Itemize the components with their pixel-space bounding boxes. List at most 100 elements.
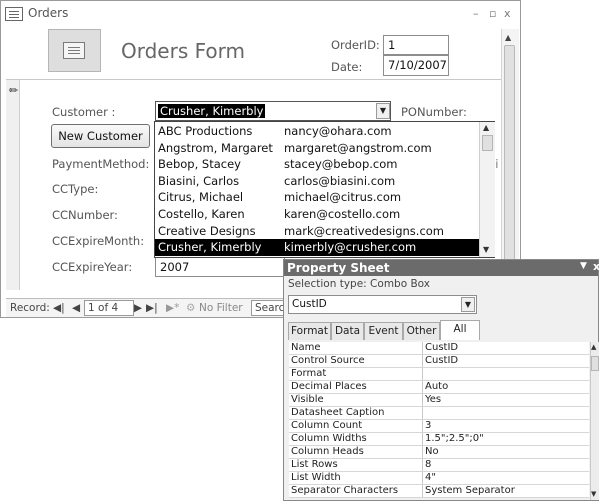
property-value[interactable]: CustID <box>425 342 458 353</box>
order-id-field[interactable]: 1 <box>383 35 449 55</box>
list-item[interactable]: Citrus, Michael michael@citrus.com <box>155 189 480 206</box>
property-name: Decimal Places <box>291 381 367 392</box>
ccexpire-year-field[interactable]: 2007 <box>155 257 285 277</box>
customer-dropdown-list[interactable]: ABC Productions nancy@ohara.com Angstrom, … <box>154 121 495 258</box>
minimize-button[interactable]: – <box>473 7 479 20</box>
chevron-down-icon[interactable]: ▼ <box>376 103 390 119</box>
scroll-down-icon[interactable]: ▼ <box>483 245 489 254</box>
property-row[interactable]: Column Count 3 <box>289 420 589 433</box>
list-item[interactable]: Crusher, Kimerbly kimerbly@crusher.com <box>155 239 480 257</box>
dropdown-scrollbar[interactable]: ▲ ▼ <box>479 122 495 257</box>
vertical-scrollbar[interactable]: ▲ <box>501 29 519 291</box>
customer-email: michael@citrus.com <box>284 190 402 205</box>
column-divider <box>422 459 423 471</box>
list-item[interactable]: Biasini, Carlos carlos@biasini.com <box>155 173 480 190</box>
ccnumber-label: CCNumber: <box>52 208 118 222</box>
property-name: Name <box>291 342 321 353</box>
property-name: Column Count <box>291 420 363 431</box>
customer-combo[interactable]: Crusher, Kimerbly ▼ <box>155 101 391 121</box>
list-item[interactable]: Creative Designs mark@creativedesigns.com <box>155 223 480 240</box>
list-item[interactable]: Costello, Karen karen@costello.com <box>155 206 480 223</box>
column-divider <box>422 472 423 484</box>
tab-format[interactable]: Format <box>288 322 331 340</box>
tab-data[interactable]: Data <box>331 322 364 340</box>
no-filter-button[interactable]: No Filter <box>199 302 243 314</box>
property-row[interactable]: Decimal Places Auto <box>289 381 589 394</box>
scroll-up-icon[interactable]: ▲ <box>483 123 489 132</box>
property-row[interactable]: Control Source CustID <box>289 355 589 368</box>
list-item[interactable]: Bebop, Stacey stacey@bebop.com <box>155 156 480 173</box>
record-position[interactable]: 1 of 4 <box>84 300 134 316</box>
object-selector-value: CustID <box>292 298 327 310</box>
property-value[interactable]: Yes <box>425 394 441 405</box>
property-row[interactable]: Column Heads No <box>289 446 589 459</box>
close-icon[interactable]: x <box>593 260 599 273</box>
cctype-label: CCType: <box>52 182 99 196</box>
chevron-down-icon[interactable]: ▼ <box>461 297 475 312</box>
property-name: Column Widths <box>291 433 367 444</box>
property-row[interactable]: Visible Yes <box>289 394 589 407</box>
property-sheet: Property Sheet ▼ x Selection type: Combo… <box>283 259 599 501</box>
panel-menu-icon[interactable]: ▼ <box>580 261 587 271</box>
last-record-icon[interactable]: ▶| <box>146 302 158 314</box>
form-title: Orders Form <box>121 39 245 63</box>
column-divider <box>422 446 423 458</box>
customer-email: kimerbly@crusher.com <box>284 240 417 255</box>
property-value[interactable]: No <box>425 446 439 457</box>
customer-email: margaret@angstrom.com <box>284 140 432 155</box>
property-scrollbar[interactable]: ▲ ▼ <box>590 342 599 500</box>
first-record-icon[interactable]: ◀| <box>53 302 65 314</box>
next-record-icon[interactable]: ▶ <box>134 302 142 314</box>
restore-button[interactable]: ▫ <box>489 7 496 20</box>
property-value[interactable]: 3 <box>425 420 431 431</box>
property-row[interactable]: List Width 4" <box>289 472 589 485</box>
scroll-thumb[interactable] <box>482 135 493 151</box>
property-row[interactable]: Datasheet Caption <box>289 407 589 420</box>
scroll-thumb[interactable] <box>504 45 515 283</box>
list-item[interactable]: Angstrom, Margaret margaret@angstrom.com <box>155 140 480 157</box>
previous-record-icon[interactable]: ◀ <box>72 302 80 314</box>
customer-name: Angstrom, Margaret <box>158 140 273 155</box>
property-value[interactable]: System Separator <box>425 485 515 496</box>
customer-name: Biasini, Carlos <box>158 173 240 188</box>
customer-name: Bebop, Stacey <box>158 157 241 172</box>
property-row[interactable]: List Rows 8 <box>289 459 589 472</box>
tab-event[interactable]: Event <box>364 322 403 340</box>
property-row[interactable]: Name CustID <box>289 342 589 355</box>
customer-name: ABC Productions <box>158 124 253 138</box>
title-bar[interactable]: Orders – ▫ x <box>1 1 520 29</box>
date-label: Date: <box>331 60 363 74</box>
scroll-thumb[interactable] <box>591 356 599 371</box>
form-icon <box>63 42 85 59</box>
property-row[interactable]: Separator Characters System Separator <box>289 485 589 498</box>
payment-method-label: PaymentMethod: <box>52 157 150 171</box>
ccexpire-month-label: CCExpireMonth: <box>52 234 145 248</box>
new-customer-button[interactable]: New Customer <box>51 124 150 148</box>
record-selector[interactable] <box>6 80 20 290</box>
new-record-icon[interactable]: ▶* <box>166 302 179 314</box>
column-divider <box>422 407 423 419</box>
date-field[interactable]: 7/10/2007 <box>383 55 449 76</box>
property-value[interactable]: Auto <box>425 381 448 392</box>
list-item[interactable]: ABC Productions nancy@ohara.com <box>155 123 480 140</box>
property-value[interactable]: CustID <box>425 355 458 366</box>
property-row[interactable]: Column Widths 1.5";2.5";0" <box>289 433 589 446</box>
property-value[interactable]: 1.5";2.5";0" <box>425 433 484 444</box>
property-sheet-header[interactable]: Property Sheet ▼ x <box>284 260 599 276</box>
ponumber-label: PONumber: <box>401 105 467 119</box>
property-value[interactable]: 4" <box>425 472 436 483</box>
column-divider <box>422 485 423 497</box>
property-name: Control Source <box>291 355 365 366</box>
tab-all[interactable]: All <box>440 320 480 340</box>
property-row[interactable]: Format <box>289 368 589 381</box>
form-icon <box>5 7 23 21</box>
scroll-down-icon[interactable]: ▼ <box>591 490 596 498</box>
tab-other[interactable]: Other <box>403 322 440 340</box>
property-name: List Rows <box>291 459 338 470</box>
property-value[interactable]: 8 <box>425 459 431 470</box>
object-selector[interactable]: CustID ▼ <box>288 295 477 314</box>
selection-type: Selection type: Combo Box <box>288 278 430 290</box>
scroll-up-icon[interactable]: ▲ <box>505 33 511 42</box>
close-button[interactable]: x <box>504 7 511 20</box>
scroll-up-icon[interactable]: ▲ <box>591 343 596 351</box>
